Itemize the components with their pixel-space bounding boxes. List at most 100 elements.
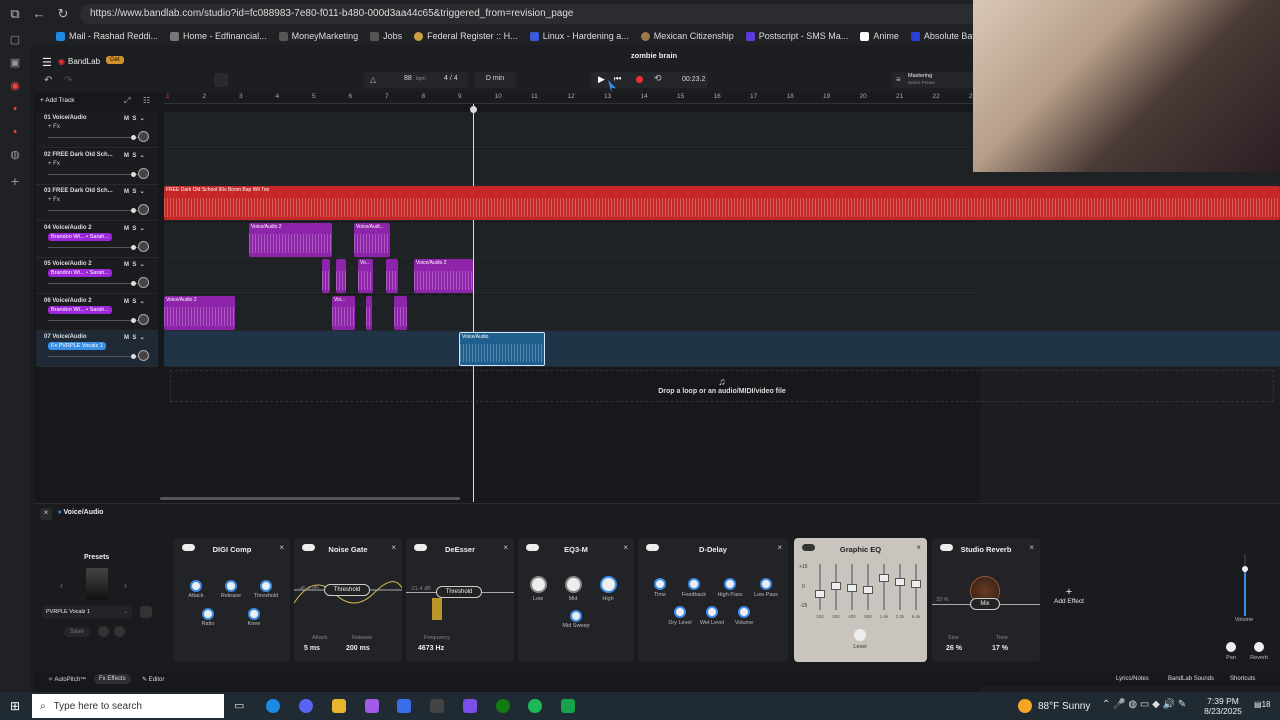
size-value[interactable]: 26 % [946, 645, 962, 652]
close-icon[interactable]: × [777, 543, 782, 552]
track-fx-tag[interactable]: Brandon Wt... • Sarah... [48, 305, 112, 314]
edge-icon[interactable] [266, 699, 280, 713]
audio-clip[interactable] [336, 259, 346, 293]
eq-band-handle[interactable] [815, 590, 825, 598]
reverb-knob[interactable] [1254, 642, 1264, 652]
track-name[interactable]: 05 Voice/Audio 2 [44, 261, 92, 267]
discord-icon[interactable] [299, 699, 313, 713]
app-icon[interactable]: • [9, 126, 21, 138]
tabs-icon[interactable]: ⧉ [6, 5, 24, 23]
wet-level-knob[interactable] [706, 606, 718, 618]
mix-pill[interactable]: Mix [970, 598, 1000, 610]
app-icon[interactable]: • [9, 103, 21, 115]
bandlab-icon[interactable]: ◉ [9, 80, 21, 92]
knee-knob[interactable] [248, 608, 260, 620]
track-header[interactable]: 04 Voice/Audio 2 Brandon Wt... • Sarah...… [36, 221, 158, 258]
high-pass-knob[interactable] [724, 578, 736, 590]
eq-band-slider[interactable] [831, 564, 841, 610]
volume-knob[interactable] [738, 606, 750, 618]
frequency-band[interactable] [432, 598, 442, 620]
volume-handle[interactable] [130, 281, 136, 286]
weather-icon[interactable] [1018, 699, 1032, 713]
file-explorer-icon[interactable] [332, 699, 346, 713]
eq-band-slider[interactable] [815, 564, 825, 610]
eq-band-handle[interactable] [879, 574, 889, 582]
track-header[interactable]: 02 FREE Dark Old Sch... + Fx M S ⌄ [36, 148, 158, 185]
track-lane[interactable] [164, 258, 1280, 294]
track-header[interactable]: 05 Voice/Audio 2 Brandon Wt... • Sarah...… [36, 258, 158, 294]
add-fx-button[interactable]: + Fx [48, 161, 60, 167]
bookmark[interactable]: Linux - Hardening a... [529, 31, 629, 41]
copilot-icon[interactable] [365, 699, 379, 713]
time-knob[interactable] [654, 578, 666, 590]
volume-slider[interactable] [48, 208, 140, 213]
tone-value[interactable]: 17 % [992, 645, 1008, 652]
effects-tab[interactable]: Fx Effects [94, 674, 131, 684]
audio-clip[interactable] [366, 295, 372, 330]
preset-select[interactable]: PVRPLE Vocalz 1 ⌄ [42, 606, 132, 618]
bookmark[interactable]: MoneyMarketing [278, 31, 358, 41]
volume-slider[interactable] [48, 354, 140, 359]
audio-clip[interactable] [394, 295, 407, 330]
undo-icon[interactable]: ↶ [44, 75, 52, 86]
redo-icon[interactable]: ↷ [64, 75, 72, 86]
audio-clip[interactable]: Voi... [332, 295, 355, 330]
track-header[interactable]: 01 Voice/Audio + Fx M S ⌄ [36, 112, 158, 148]
list-icon[interactable]: ☷ [143, 96, 150, 105]
eq-band-handle[interactable] [831, 582, 841, 590]
eq-band-handle[interactable] [895, 578, 905, 586]
bookmark[interactable]: Anime [860, 31, 899, 41]
eq-band-handle[interactable] [863, 586, 873, 594]
track-name[interactable]: 04 Voice/Audio 2 [44, 225, 92, 231]
track-fx-tag[interactable]: Brandon Wt... • Sarah... [48, 232, 112, 241]
more-button[interactable] [114, 626, 125, 637]
key-selector[interactable]: D min [474, 72, 516, 88]
track-fx-tag[interactable]: Fx PVRPLE Vocalz 1 [48, 342, 106, 350]
toolbar-button[interactable] [214, 73, 228, 87]
skip-back-icon[interactable]: ⏮ [614, 74, 621, 84]
pan-knob[interactable] [138, 131, 149, 142]
add-track-button[interactable]: + Add Track [40, 97, 75, 104]
mute-solo-buttons[interactable]: M S ⌄ [124, 115, 145, 122]
track-name[interactable]: 07 Voice/Audio [44, 334, 87, 340]
windows-start-icon[interactable]: ⊞ [10, 699, 20, 713]
volume-slider[interactable] [48, 135, 140, 140]
eq-band-slider[interactable] [847, 564, 857, 610]
eq-band-slider[interactable] [879, 564, 889, 610]
volume-slider[interactable] [48, 317, 140, 323]
xbox-icon[interactable] [496, 699, 510, 713]
close-icon[interactable]: × [279, 543, 284, 552]
lyrics-button[interactable]: Lyrics/Notes [1116, 676, 1149, 682]
notification-icon[interactable]: ▤18 [1254, 700, 1270, 709]
low-knob[interactable] [530, 576, 547, 593]
track-name[interactable]: 06 Voice/Audio 2 [44, 298, 92, 304]
close-icon[interactable]: × [1029, 543, 1034, 552]
app-icon[interactable] [463, 699, 477, 713]
ratio-knob[interactable] [202, 608, 214, 620]
project-title[interactable]: zombie brain [604, 51, 704, 60]
play-icon[interactable]: ▶ [598, 74, 605, 85]
bookmark[interactable]: Mexican Citizenship [640, 31, 734, 41]
save-preset-button[interactable]: Save [64, 627, 90, 637]
tabs-icon[interactable]: ▢ [9, 34, 21, 46]
threshold-knob[interactable] [260, 580, 272, 592]
loop-icon[interactable]: ⟲ [654, 73, 662, 84]
add-effect-button[interactable]: + Add Effect [1054, 586, 1084, 605]
close-icon[interactable]: × [623, 543, 628, 552]
menu-icon[interactable]: ☰ [42, 56, 52, 69]
mute-solo-buttons[interactable]: M S ⌄ [124, 261, 145, 268]
pan-knob[interactable] [138, 240, 149, 252]
track-header[interactable]: 07 Voice/Audio Fx PVRPLE Vocalz 1 M S ⌄ [36, 331, 158, 367]
level-knob[interactable] [854, 629, 866, 641]
volume-slider[interactable] [48, 281, 140, 286]
volume-track[interactable] [1242, 554, 1248, 616]
chevron-left-icon[interactable]: ‹ [60, 581, 63, 590]
audio-clip[interactable]: Voice/Audio [459, 332, 545, 366]
share-button[interactable] [98, 626, 109, 637]
close-panel-icon[interactable]: × [40, 508, 52, 520]
bookmark[interactable]: Mail - Rashad Reddi... [56, 31, 158, 41]
app-icon[interactable] [430, 699, 444, 713]
track-lane[interactable] [164, 331, 1280, 367]
address-bar[interactable]: https://www.bandlab.com/studio?id=fc0889… [80, 3, 980, 24]
preset-options-button[interactable] [140, 606, 152, 618]
